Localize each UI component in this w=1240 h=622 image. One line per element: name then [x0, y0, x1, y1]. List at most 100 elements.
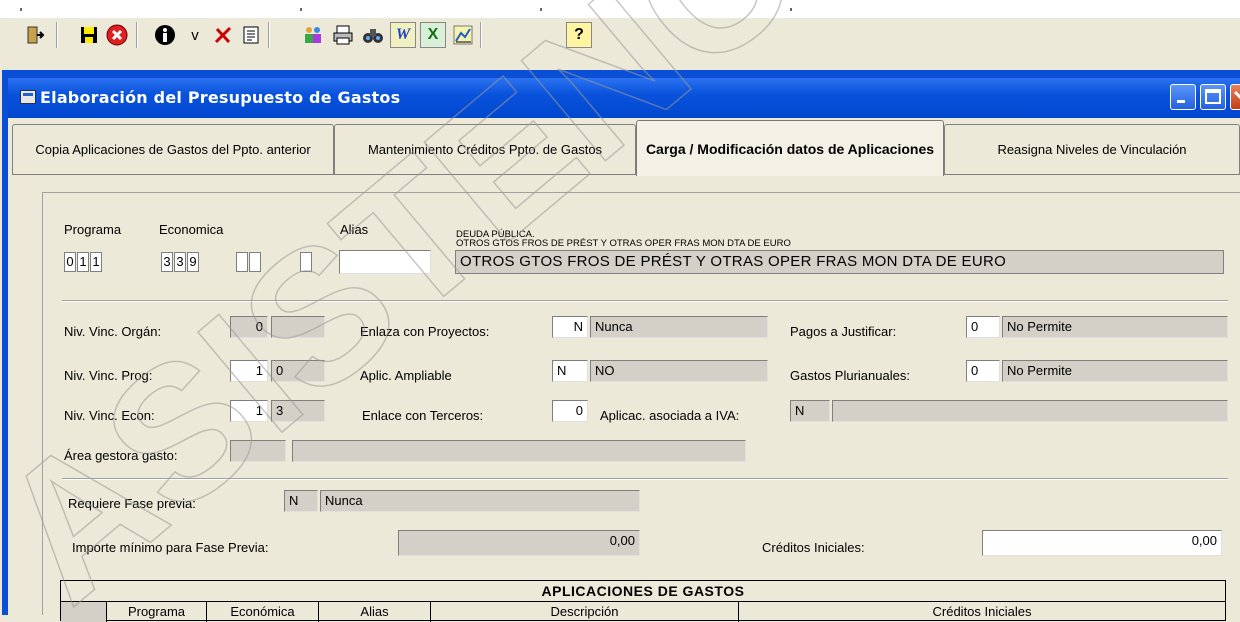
window-title: Elaboración del Presupuesto de Gastos [40, 88, 401, 107]
search-people-button[interactable] [300, 22, 326, 48]
pagos-justificar-desc: No Permite [1002, 316, 1228, 338]
table-title: APLICACIONES DE GASTOS [60, 580, 1226, 602]
table-header-alias[interactable]: Alias [319, 602, 431, 622]
close-button[interactable] [1230, 84, 1240, 110]
check-icon: v [191, 26, 199, 44]
aplicac-iva-label: Aplicac. asociada a IVA: [600, 408, 740, 423]
tab-carga-modificacion[interactable]: Carga / Modificación datos de Aplicacion… [636, 120, 944, 176]
tick-mark [20, 8, 22, 11]
delete-icon [214, 26, 232, 44]
tick-mark [540, 8, 542, 11]
aplic-ampliable-input[interactable]: N [552, 360, 588, 382]
list-icon [243, 26, 259, 44]
gastos-plurianuales-label: Gastos Plurianuales: [790, 368, 910, 383]
enlaza-proyectos-input[interactable]: N [552, 316, 588, 338]
niv-vinc-econ-input[interactable]: 1 [230, 400, 268, 422]
binoculars-icon [363, 29, 383, 43]
table-header-economica[interactable]: Económica [207, 602, 319, 622]
table-header-selector[interactable] [61, 602, 107, 622]
tab-label: Carga / Modificación datos de Aplicacion… [645, 140, 935, 157]
aplic-ampliable-label: Aplic. Ampliable [360, 368, 452, 383]
binoculars-button[interactable] [360, 22, 386, 48]
table-header: Programa Económica Alias Descripción Cré… [60, 601, 1226, 622]
tab-label: Reasigna Niveles de Vinculación [997, 141, 1187, 157]
economica-digit-2[interactable]: 3 [174, 252, 186, 272]
save-button[interactable] [76, 22, 102, 48]
check-button[interactable]: v [182, 22, 208, 48]
save-icon [81, 27, 97, 43]
tab-label: Copia Aplicaciones de Gastos del Ppto. a… [35, 141, 311, 157]
importe-minimo-label: Importe mínimo para Fase Previa: [72, 540, 269, 555]
exit-button[interactable] [22, 22, 48, 48]
tick-mark [300, 8, 302, 11]
title-bar[interactable]: Elaboración del Presupuesto de Gastos [8, 78, 1240, 118]
aplicac-iva-desc [832, 400, 1228, 422]
niv-vinc-prog-extra: 0 [271, 360, 325, 382]
niv-vinc-econ-extra: 3 [271, 400, 325, 422]
cancel-button[interactable] [104, 22, 130, 48]
niv-vinc-organ-label: Niv. Vinc. Orgán: [64, 324, 162, 339]
table-header-descripcion[interactable]: Descripción [431, 602, 739, 622]
help-button[interactable]: ? [566, 22, 592, 48]
tick-mark [790, 8, 792, 11]
enlace-terceros-input[interactable]: 0 [552, 400, 588, 422]
help-icon: ? [574, 26, 584, 43]
table-header-programa[interactable]: Programa [107, 602, 207, 622]
tab-label: Mantenimiento Créditos Ppto. de Gastos [367, 141, 603, 157]
gastos-plurianuales-desc: No Permite [1002, 360, 1228, 382]
enlaza-proyectos-desc: Nunca [590, 316, 768, 338]
programa-digit-1[interactable]: 0 [64, 252, 76, 272]
minimize-button[interactable] [1170, 84, 1196, 110]
toolbar: v W X ? [0, 0, 1240, 70]
print-button[interactable] [330, 22, 356, 48]
aplicac-iva-input[interactable]: N [790, 400, 830, 422]
pagos-justificar-input[interactable]: 0 [966, 316, 1000, 338]
creditos-iniciales-input[interactable]: 0,00 [982, 530, 1222, 556]
table-header-creditos[interactable]: Créditos Iniciales [739, 602, 1225, 622]
delete-button[interactable] [210, 22, 236, 48]
gastos-plurianuales-input[interactable]: 0 [966, 360, 1000, 382]
toolbar-separator [268, 22, 270, 48]
requiere-fase-label: Requiere Fase previa: [68, 496, 196, 511]
tab-copia-aplicaciones[interactable]: Copia Aplicaciones de Gastos del Ppto. a… [12, 124, 334, 174]
area-gestora-input[interactable] [230, 440, 286, 462]
niv-vinc-prog-label: Niv. Vinc. Prog: [64, 368, 153, 383]
importe-minimo-input[interactable]: 0,00 [398, 530, 640, 556]
toolbar-separator [56, 22, 58, 48]
chart-icon [453, 25, 473, 45]
excel-button[interactable]: X [420, 22, 446, 48]
divider [62, 478, 1228, 480]
requiere-fase-desc: Nunca [320, 490, 640, 512]
description-field: OTROS GTOS FROS DE PRÉST Y OTRAS OPER FR… [455, 250, 1224, 274]
economica-digit-3[interactable]: 9 [187, 252, 199, 272]
economica-digit-1[interactable]: 3 [161, 252, 173, 272]
word-button[interactable]: W [390, 22, 416, 48]
programa-digit-3[interactable]: 1 [90, 252, 102, 272]
tab-mantenimiento-creditos[interactable]: Mantenimiento Créditos Ppto. de Gastos [334, 124, 636, 174]
programa-digit-2[interactable]: 1 [77, 252, 89, 272]
economica-digit-4[interactable] [236, 252, 248, 272]
divider [62, 300, 1228, 302]
enlace-terceros-label: Enlace con Terceros: [362, 408, 484, 423]
pagos-justificar-label: Pagos a Justificar: [790, 324, 897, 339]
niv-vinc-organ-extra [271, 316, 325, 338]
tab-strip-border [12, 174, 1240, 175]
alias-input[interactable] [339, 250, 431, 274]
economica-digit-6[interactable] [300, 252, 312, 272]
info-button[interactable] [152, 22, 178, 48]
programa-label: Programa [64, 222, 122, 237]
economica-digit-5[interactable] [249, 252, 261, 272]
tab-reasigna-niveles[interactable]: Reasigna Niveles de Vinculación [944, 124, 1240, 174]
description-line-2: OTROS GTOS FROS DE PRÉST Y OTRAS OPER FR… [456, 238, 791, 249]
niv-vinc-prog-input[interactable]: 1 [230, 360, 268, 382]
niv-vinc-organ-input[interactable]: 0 [230, 316, 268, 338]
window-app-icon [20, 90, 36, 104]
minimize-icon [1177, 100, 1185, 103]
chart-button[interactable] [450, 22, 476, 48]
word-icon: W [395, 26, 411, 43]
requiere-fase-input[interactable]: N [284, 490, 318, 512]
maximize-button[interactable] [1200, 84, 1226, 110]
creditos-iniciales-label: Créditos Iniciales: [762, 540, 865, 555]
list-button[interactable] [238, 22, 264, 48]
toolbar-separator [136, 22, 138, 48]
